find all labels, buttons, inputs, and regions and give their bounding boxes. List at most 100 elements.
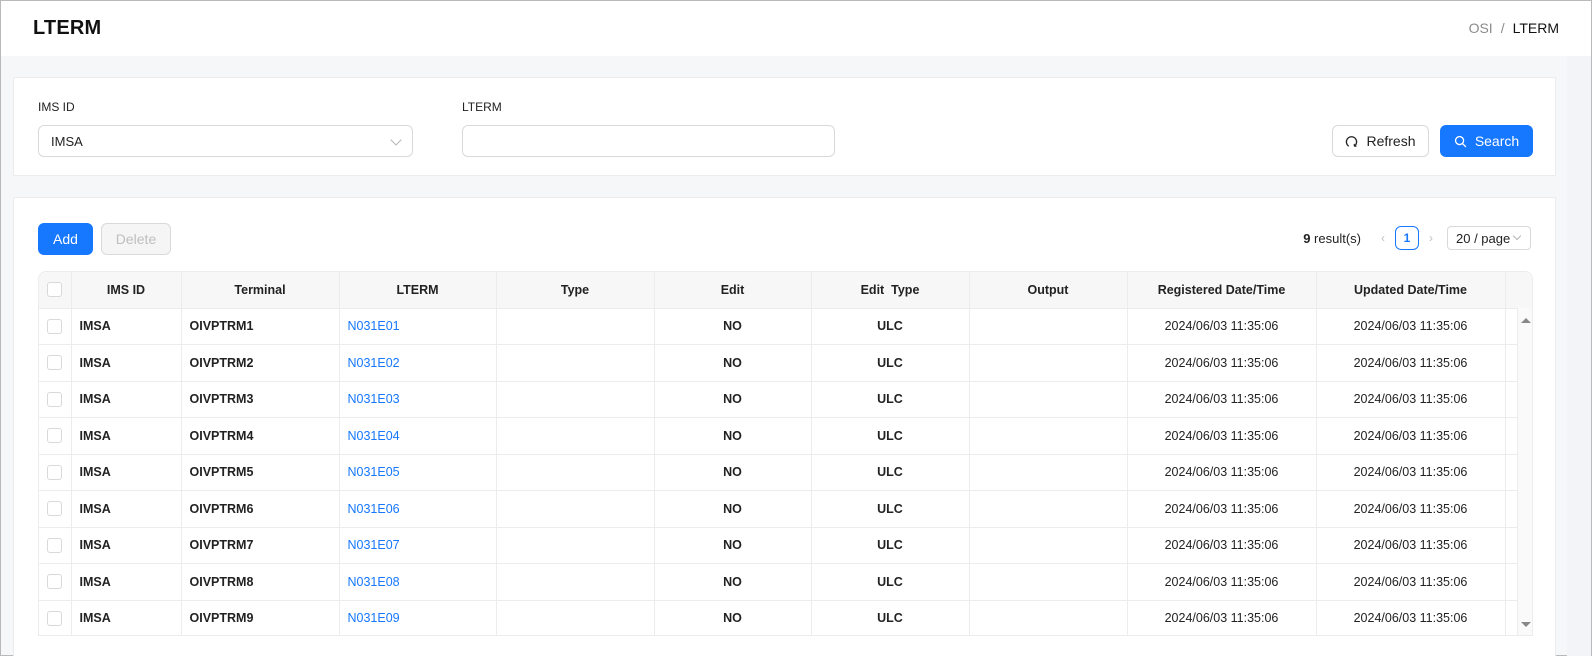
table-row[interactable]: IMSA OIVPTRM8 N031E08 NO ULC 2024/06/03 11:35… (39, 563, 1532, 601)
scroll-up-arrow-icon[interactable] (1521, 318, 1531, 323)
table-row[interactable]: IMSA OIVPTRM2 N031E02 NO ULC 2024/06/03 11:35… (39, 344, 1532, 382)
cell-lterm-link[interactable]: N031E06 (339, 490, 497, 528)
cell-edit: NO (654, 563, 812, 601)
cell-ims-id: IMSA (71, 381, 182, 418)
select-all-checkbox-cell (39, 272, 72, 309)
filter-panel: IMS ID IMSA LTERM Refresh Search (13, 77, 1556, 176)
column-header-type[interactable]: Type (496, 272, 655, 309)
ims-id-select[interactable]: IMSA (38, 125, 413, 157)
cell-ims-id: IMSA (71, 527, 182, 564)
cell-registered: 2024/06/03 11:35:06 (1127, 600, 1317, 635)
table-row[interactable]: IMSA OIVPTRM1 N031E01 NO ULC 2024/06/03 11:35… (39, 308, 1532, 345)
table-scrollbar[interactable] (1517, 308, 1532, 635)
row-checkbox-cell (39, 344, 72, 382)
cell-type (496, 308, 655, 345)
cell-edit-type: ULC (811, 344, 970, 382)
row-checkbox[interactable] (47, 318, 63, 334)
cell-updated: 2024/06/03 11:35:06 (1316, 308, 1506, 345)
table-row[interactable]: IMSA OIVPTRM7 N031E07 NO ULC 2024/06/03 11:35… (39, 527, 1532, 564)
search-button[interactable]: Search (1440, 125, 1533, 157)
cell-ims-id: IMSA (71, 600, 182, 635)
column-header-updated[interactable]: Updated Date/Time (1316, 272, 1506, 309)
page-title: LTERM (33, 17, 102, 39)
column-header-edit-type[interactable]: Edit Type (811, 272, 970, 309)
cell-updated: 2024/06/03 11:35:06 (1316, 417, 1506, 455)
cell-lterm-link[interactable]: N031E01 (339, 308, 497, 345)
cell-type (496, 344, 655, 382)
row-checkbox[interactable] (47, 501, 63, 517)
row-checkbox[interactable] (47, 537, 63, 553)
cell-edit-type: ULC (811, 527, 970, 564)
cell-lterm-link[interactable]: N031E09 (339, 600, 497, 635)
refresh-button[interactable]: Refresh (1332, 125, 1429, 157)
row-checkbox[interactable] (47, 391, 63, 407)
page-scrollbar-track[interactable] (1567, 56, 1591, 656)
row-checkbox-cell (39, 381, 72, 418)
cell-updated: 2024/06/03 11:35:06 (1316, 490, 1506, 528)
ims-id-select-value: IMSA (51, 133, 83, 149)
cell-lterm-link[interactable]: N031E03 (339, 381, 497, 418)
column-header-terminal[interactable]: Terminal (181, 272, 340, 309)
result-count: 9 result(s) (1303, 231, 1361, 246)
cell-updated: 2024/06/03 11:35:06 (1316, 600, 1506, 635)
refresh-icon (1346, 135, 1358, 147)
cell-updated: 2024/06/03 11:35:06 (1316, 454, 1506, 491)
breadcrumb-osi[interactable]: OSI (1469, 20, 1493, 36)
column-header-edit[interactable]: Edit (654, 272, 812, 309)
delete-button[interactable]: Delete (101, 223, 171, 255)
next-page-icon[interactable]: › (1421, 231, 1441, 245)
row-checkbox-cell (39, 600, 72, 635)
select-all-checkbox[interactable] (47, 282, 63, 298)
cell-type (496, 417, 655, 455)
table-body: IMSA OIVPTRM1 N031E01 NO ULC 2024/06/03 11:35… (39, 308, 1532, 635)
cell-lterm-link[interactable]: N031E05 (339, 454, 497, 491)
cell-edit-type: ULC (811, 490, 970, 528)
cell-output (969, 527, 1128, 564)
search-label: Search (1474, 133, 1520, 149)
table-row[interactable]: IMSA OIVPTRM6 N031E06 NO ULC 2024/06/03 11:35… (39, 490, 1532, 528)
cell-output (969, 454, 1128, 491)
page-size-select[interactable]: 20 / page (1447, 226, 1531, 250)
column-header-ims-id[interactable]: IMS ID (71, 272, 182, 309)
prev-page-icon[interactable]: ‹ (1373, 231, 1393, 245)
cell-lterm-link[interactable]: N031E07 (339, 527, 497, 564)
cell-output (969, 381, 1128, 418)
row-checkbox[interactable] (47, 355, 63, 371)
cell-output (969, 344, 1128, 382)
scroll-down-arrow-icon[interactable] (1521, 622, 1531, 627)
column-header-output[interactable]: Output (969, 272, 1128, 309)
row-checkbox[interactable] (47, 428, 63, 444)
chevron-down-icon (390, 134, 402, 146)
column-header-registered[interactable]: Registered Date/Time (1127, 272, 1317, 309)
table-row[interactable]: IMSA OIVPTRM3 N031E03 NO ULC 2024/06/03 11:35… (39, 381, 1532, 418)
breadcrumb: OSI / LTERM (1469, 20, 1559, 36)
result-count-number: 9 (1303, 230, 1311, 246)
cell-registered: 2024/06/03 11:35:06 (1127, 308, 1317, 345)
page-1-button[interactable]: 1 (1395, 226, 1419, 250)
cell-type (496, 563, 655, 601)
row-checkbox[interactable] (47, 574, 63, 590)
lterm-table: IMS ID Terminal LTERM Type Edit Edit Typ… (38, 271, 1533, 636)
column-header-lterm[interactable]: LTERM (339, 272, 497, 309)
cell-terminal: OIVPTRM1 (181, 308, 340, 345)
cell-type (496, 600, 655, 635)
cell-updated: 2024/06/03 11:35:06 (1316, 344, 1506, 382)
row-checkbox-cell (39, 308, 72, 345)
row-checkbox[interactable] (47, 464, 63, 480)
table-row[interactable]: IMSA OIVPTRM4 N031E04 NO ULC 2024/06/03 11:35… (39, 417, 1532, 455)
cell-output (969, 563, 1128, 601)
cell-ims-id: IMSA (71, 563, 182, 601)
cell-edit: NO (654, 490, 812, 528)
cell-lterm-link[interactable]: N031E08 (339, 563, 497, 601)
cell-type (496, 527, 655, 564)
cell-edit-type: ULC (811, 308, 970, 345)
add-button[interactable]: Add (38, 223, 93, 255)
cell-lterm-link[interactable]: N031E02 (339, 344, 497, 382)
table-row[interactable]: IMSA OIVPTRM9 N031E09 NO ULC 2024/06/03 11:35… (39, 600, 1532, 635)
table-row[interactable]: IMSA OIVPTRM5 N031E05 NO ULC 2024/06/03 11:35… (39, 454, 1532, 491)
cell-edit: NO (654, 381, 812, 418)
row-checkbox[interactable] (47, 610, 63, 626)
lterm-input[interactable] (462, 125, 835, 157)
cell-lterm-link[interactable]: N031E04 (339, 417, 497, 455)
chevron-down-icon (1512, 231, 1522, 241)
